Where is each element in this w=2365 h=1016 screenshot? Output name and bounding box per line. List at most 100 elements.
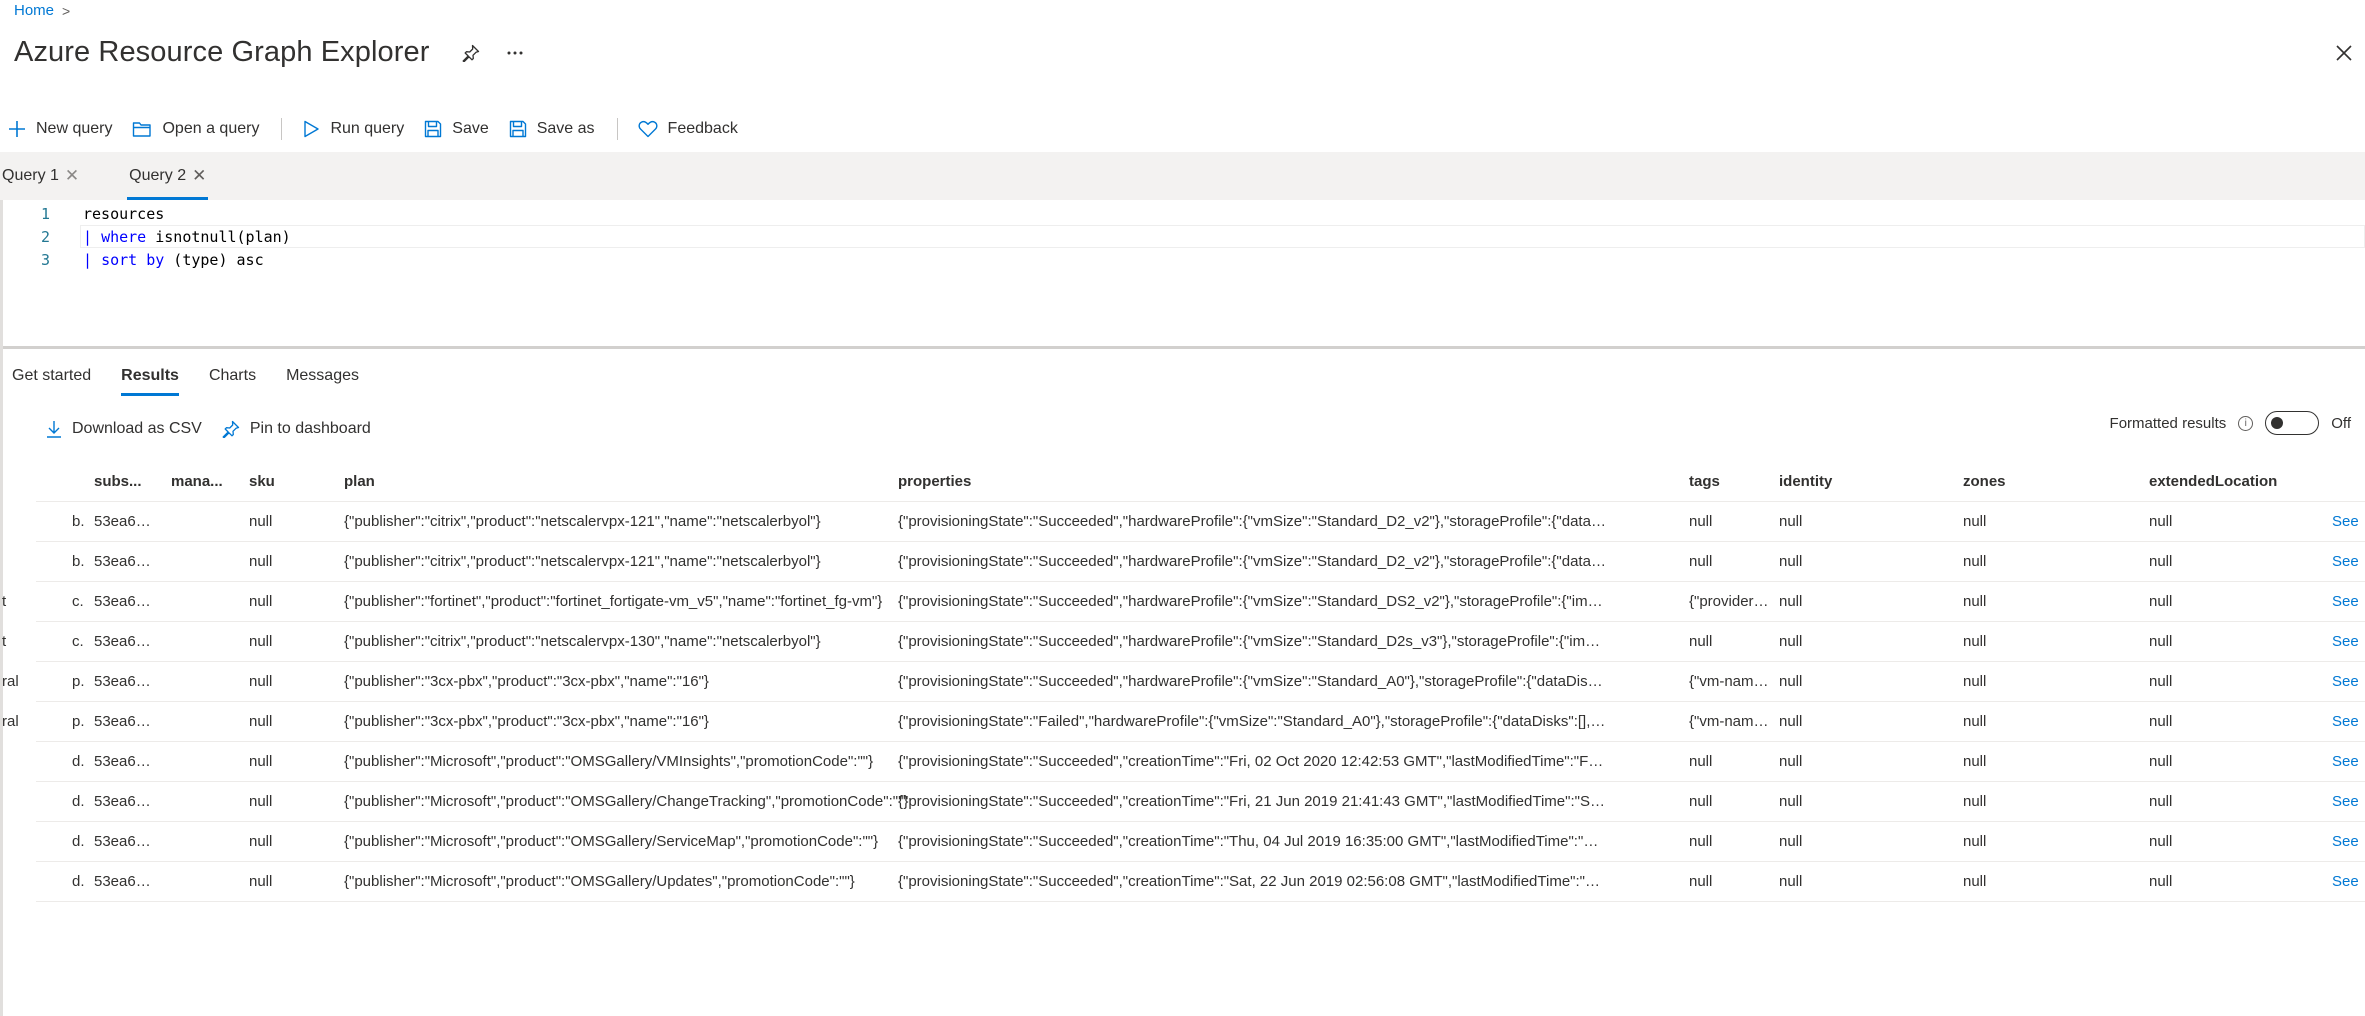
tab-results[interactable]: Results: [121, 356, 179, 396]
see-details-link[interactable]: See: [2332, 542, 2365, 582]
column-header-plan[interactable]: plan: [344, 462, 909, 502]
tab-get-started[interactable]: Get started: [12, 356, 91, 396]
cell-subscription: 53ea69...: [94, 753, 156, 770]
see-details-link[interactable]: See: [2332, 662, 2365, 702]
cell-plan: {"publisher":"citrix","product":"netscal…: [344, 513, 821, 530]
run-query-button[interactable]: Run query: [302, 120, 404, 138]
column-header-subscription[interactable]: subs...: [94, 462, 156, 502]
cell-location: t: [2, 593, 7, 610]
download-csv-button[interactable]: Download as CSV: [46, 420, 202, 438]
open-query-label: Open a query: [162, 120, 260, 137]
title-row: Azure Resource Graph Explorer: [14, 36, 526, 69]
feedback-button[interactable]: Feedback: [638, 120, 738, 138]
tab-messages[interactable]: Messages: [286, 356, 359, 396]
save-as-icon: [509, 120, 526, 138]
cell-zones: null: [1963, 713, 1987, 730]
plus-icon: [9, 121, 25, 137]
column-header-tags[interactable]: tags: [1689, 462, 1769, 502]
cell-zones: null: [1963, 793, 1987, 810]
table-row[interactable]: b. 53ea69... null {"publisher":"citrix","pr…: [36, 542, 2365, 582]
save-as-button[interactable]: Save as: [509, 120, 595, 138]
cell-sku: null: [249, 713, 273, 730]
cell-extendedlocation: null: [2149, 593, 2173, 610]
cell-sku: null: [249, 633, 273, 650]
pin-icon: [222, 420, 239, 438]
command-toolbar: New query Open a query Run query Save Sa…: [8, 114, 758, 144]
cell-tags: null: [1689, 553, 1713, 570]
table-row[interactable]: d. 53ea69... null {"publisher":"Microsoft",…: [36, 822, 2365, 862]
tab-query-2[interactable]: Query 2 ✕: [127, 152, 209, 200]
column-header-identity[interactable]: identity: [1779, 462, 1949, 502]
column-header-properties[interactable]: properties: [898, 462, 1606, 502]
editor-splitter[interactable]: [0, 346, 2365, 349]
results-tabs: Get started Results Charts Messages: [12, 356, 359, 396]
tab-query-1[interactable]: Query 1 ✕: [0, 152, 81, 200]
cell-identity: null: [1779, 513, 1803, 530]
tab-charts[interactable]: Charts: [209, 356, 256, 396]
see-details-link[interactable]: See: [2332, 502, 2365, 542]
breadcrumb-home-link[interactable]: Home: [14, 2, 54, 19]
table-row[interactable]: ral p. 53ea69... null {"publisher":"3cx-pbx"…: [2, 662, 2365, 702]
table-row[interactable]: d. 53ea69... null {"publisher":"Microsoft",…: [36, 862, 2365, 902]
cell-identity: null: [1779, 713, 1803, 730]
cell-zones: null: [1963, 833, 1987, 850]
table-row[interactable]: t c. 53ea69... null {"publisher":"citrix","p…: [2, 622, 2365, 662]
cell-plan: {"publisher":"fortinet","product":"forti…: [344, 593, 883, 610]
close-icon[interactable]: [2331, 40, 2357, 66]
editor-line: 2 | where isnotnull(plan): [0, 225, 2365, 248]
new-query-label: New query: [36, 120, 113, 137]
table-row[interactable]: d. 53ea69... null {"publisher":"Microsoft",…: [36, 742, 2365, 782]
code-line-1: resources: [83, 204, 165, 223]
see-details-link[interactable]: See: [2332, 782, 2365, 822]
column-header-managedby[interactable]: mana...: [171, 462, 243, 502]
see-details-link[interactable]: See: [2332, 742, 2365, 782]
run-query-label: Run query: [330, 120, 405, 137]
cell-sku: null: [249, 873, 273, 890]
results-grid: subs... mana... sku plan properties tags…: [2, 462, 2365, 902]
cell-managedby: [171, 782, 243, 822]
pin-to-dashboard-button[interactable]: Pin to dashboard: [222, 420, 371, 438]
see-details-link[interactable]: See: [2332, 702, 2365, 742]
cell-location: [2, 862, 36, 902]
line-number: 2: [40, 227, 50, 246]
cell-subscription: 53ea69...: [94, 513, 156, 530]
open-query-button[interactable]: Open a query: [132, 120, 259, 138]
table-row[interactable]: d. 53ea69... null {"publisher":"Microsoft",…: [36, 782, 2365, 822]
close-tab-icon[interactable]: ✕: [192, 166, 206, 186]
cell-subscription: 53ea69...: [94, 873, 156, 890]
cell-location: [2, 742, 36, 782]
cell-managedby: [171, 742, 243, 782]
cell-resource-group: d.: [72, 833, 85, 850]
see-details-link[interactable]: See: [2332, 862, 2365, 902]
table-row[interactable]: t c. 53ea69... null {"publisher":"fortinet",…: [2, 582, 2365, 622]
formatted-results-toggle[interactable]: [2265, 411, 2320, 435]
play-icon: [304, 120, 320, 138]
cell-subscription: 53ea69...: [94, 553, 156, 570]
cell-subscription: 53ea69...: [94, 833, 156, 850]
see-details-link[interactable]: See: [2332, 822, 2365, 862]
save-button[interactable]: Save: [424, 120, 489, 138]
cell-subscription: 53ea69...: [94, 633, 156, 650]
cell-identity: null: [1779, 873, 1803, 890]
code-line-3: | sort by (type) asc: [83, 250, 264, 269]
save-as-label: Save as: [536, 120, 595, 137]
table-row[interactable]: b. 53ea69... null {"publisher":"citrix","pr…: [36, 502, 2365, 542]
more-options-icon[interactable]: [504, 42, 526, 64]
cell-subscription: 53ea69...: [94, 793, 156, 810]
see-details-link[interactable]: See: [2332, 582, 2365, 622]
query-editor[interactable]: 1 resources 2 | where isnotnull(plan) 3 …: [0, 200, 2365, 348]
column-header-extendedlocation[interactable]: extendedLocation: [2149, 462, 2319, 502]
close-tab-icon[interactable]: ✕: [65, 166, 79, 186]
column-header-zones[interactable]: zones: [1963, 462, 2133, 502]
column-header-sku[interactable]: sku: [249, 462, 309, 502]
pin-icon[interactable]: [460, 42, 482, 64]
cell-properties: {"provisioningState":"Succeeded","hardwa…: [898, 673, 1606, 690]
cell-managedby: [171, 542, 243, 582]
new-query-button[interactable]: New query: [8, 120, 112, 138]
tab-query-1-label: Query 1: [2, 167, 59, 184]
table-row[interactable]: ral p. 53ea69... null {"publisher":"3cx-pbx"…: [2, 702, 2365, 742]
info-icon[interactable]: i: [2238, 415, 2254, 431]
cell-properties: {"provisioningState":"Succeeded","creati…: [898, 793, 1606, 810]
cell-properties: {"provisioningState":"Succeeded","creati…: [898, 753, 1606, 770]
see-details-link[interactable]: See: [2332, 622, 2365, 662]
